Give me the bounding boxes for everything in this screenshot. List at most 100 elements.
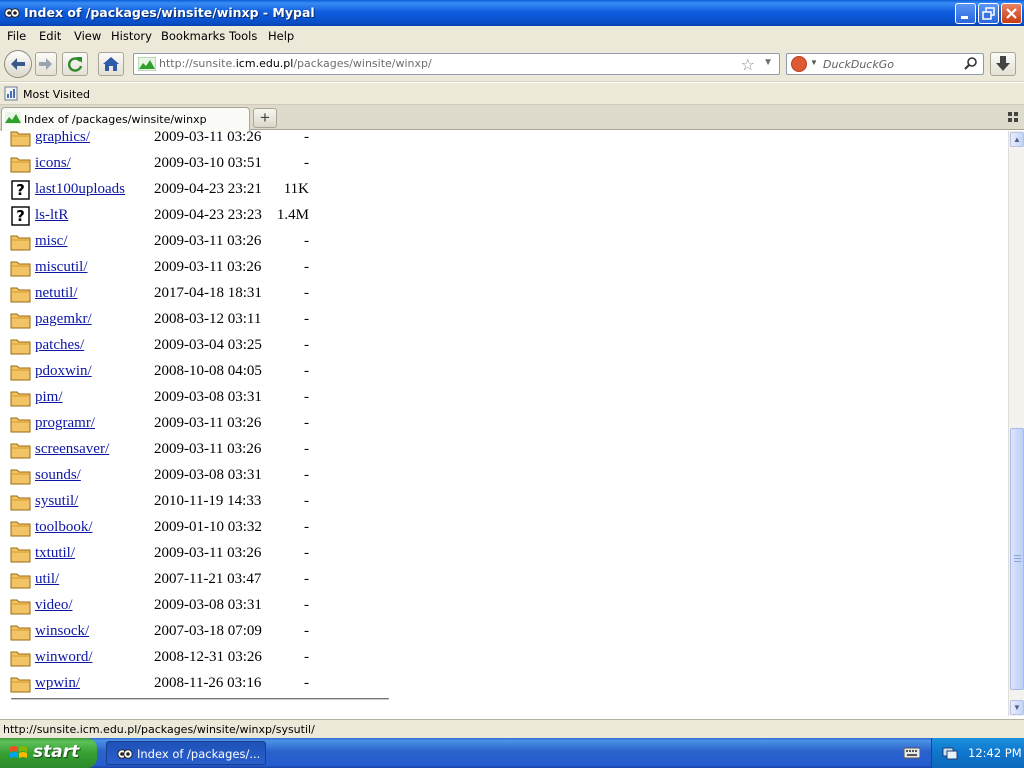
menu-bookmarks[interactable]: Bookmarks — [161, 29, 225, 43]
vertical-scrollbar[interactable]: ▲ ▼ — [1008, 131, 1024, 716]
home-icon — [103, 57, 119, 71]
windows-logo-icon — [10, 746, 27, 758]
listing-size: - — [304, 311, 309, 327]
listing-link[interactable]: winsock/ — [35, 623, 89, 640]
scroll-down-icon: ▼ — [1013, 703, 1021, 712]
restore-icon — [982, 7, 995, 20]
minimize-button[interactable] — [955, 3, 976, 24]
list-all-tabs-icon[interactable] — [1008, 112, 1018, 122]
folder-icon — [10, 596, 31, 616]
listing-link[interactable]: screensaver/ — [35, 441, 109, 458]
downloads-button[interactable] — [990, 52, 1016, 76]
menu-edit[interactable]: Edit — [39, 29, 61, 43]
listing-row: icons/2009-03-10 03:51 - — [10, 152, 410, 178]
listing-link[interactable]: pagemkr/ — [35, 311, 92, 328]
folder-icon — [10, 258, 31, 278]
listing-link[interactable]: netutil/ — [35, 285, 78, 302]
listing-link[interactable]: pdoxwin/ — [35, 363, 92, 380]
taskbar-window-item[interactable]: Index of /packages/... — [106, 741, 266, 765]
listing-link[interactable]: ls-ltR — [35, 207, 68, 224]
keyboard-icon[interactable] — [904, 747, 920, 759]
folder-icon — [10, 466, 31, 486]
url-text: http://sunsite.icm.edu.pl/packages/winsi… — [159, 57, 432, 70]
listing-date: 2009-03-08 03:31 — [154, 597, 262, 613]
listing-date: 2009-01-10 03:32 — [154, 519, 262, 535]
scroll-down-button[interactable]: ▼ — [1010, 700, 1024, 715]
listing-link[interactable]: programr/ — [35, 415, 95, 432]
start-button[interactable]: start — [0, 738, 97, 768]
listing-row: wpwin/2008-11-26 03:16 - — [10, 672, 410, 698]
menu-help[interactable]: Help — [268, 29, 294, 43]
listing-date: 2009-03-11 03:26 — [154, 131, 262, 145]
listing-size: - — [304, 467, 309, 483]
scrollbar-thumb[interactable] — [1010, 428, 1024, 690]
address-bar[interactable]: http://sunsite.icm.edu.pl/packages/winsi… — [133, 53, 780, 75]
listing-date: 2008-12-31 03:26 — [154, 649, 262, 665]
listing-size: 11K — [283, 181, 309, 197]
listing-row: misc/2009-03-11 03:26 - — [10, 230, 410, 256]
search-bar[interactable]: ▼ DuckDuckGo — [786, 53, 984, 75]
home-button[interactable] — [98, 52, 124, 76]
engine-dropdown-icon[interactable]: ▼ — [810, 58, 818, 67]
listing-size: - — [304, 155, 309, 171]
most-visited-icon — [4, 86, 18, 101]
start-label: start — [33, 742, 80, 762]
reload-icon — [68, 57, 83, 72]
listing-date: 2009-03-11 03:26 — [154, 259, 262, 275]
listing-link[interactable]: miscutil/ — [35, 259, 88, 276]
menu-tools[interactable]: Tools — [229, 29, 257, 43]
most-visited-link[interactable]: Most Visited — [23, 88, 90, 101]
listing-link[interactable]: util/ — [35, 571, 59, 588]
search-placeholder: DuckDuckGo — [823, 58, 894, 71]
url-dropdown-icon[interactable]: ▼ — [763, 57, 773, 68]
listing-date: 2009-04-23 23:23 — [154, 207, 262, 223]
menu-file[interactable]: File — [7, 29, 26, 43]
network-icon[interactable] — [942, 745, 958, 761]
listing-link[interactable]: patches/ — [35, 337, 84, 354]
listing-link[interactable]: misc/ — [35, 233, 68, 250]
listing-link[interactable]: icons/ — [35, 155, 71, 172]
listing-size: - — [304, 441, 309, 457]
close-button[interactable] — [1001, 3, 1022, 24]
listing-size: - — [304, 519, 309, 535]
listing-row: util/2007-11-21 03:47 - — [10, 568, 410, 594]
listing-size: 1.4M — [276, 207, 309, 223]
unknown-file-icon: ? — [10, 206, 31, 226]
tab-strip: Index of /packages/winsite/winxp + — [0, 105, 1024, 131]
listing-date: 2009-03-10 03:51 — [154, 155, 262, 171]
menu-history[interactable]: History — [111, 29, 152, 43]
folder-icon — [10, 362, 31, 382]
duckduckgo-icon[interactable] — [791, 56, 807, 72]
listing-size: - — [304, 131, 309, 145]
window-title: Index of /packages/winsite/winxp - Mypal — [24, 5, 315, 20]
folder-icon — [10, 154, 31, 174]
folder-icon — [10, 492, 31, 512]
listing-link[interactable]: video/ — [35, 597, 73, 614]
new-tab-button[interactable]: + — [253, 108, 277, 128]
listing-link[interactable]: toolbook/ — [35, 519, 93, 536]
listing-link[interactable]: wpwin/ — [35, 675, 80, 692]
maximize-button[interactable] — [978, 3, 999, 24]
title-bar[interactable]: Index of /packages/winsite/winxp - Mypal — [0, 0, 1024, 26]
folder-icon — [10, 674, 31, 694]
listing-link[interactable]: sysutil/ — [35, 493, 78, 510]
listing-link[interactable]: graphics/ — [35, 131, 90, 146]
reload-button[interactable] — [62, 52, 88, 76]
bookmark-star-icon[interactable]: ☆ — [741, 55, 755, 75]
forward-button[interactable] — [35, 52, 57, 76]
tab-active[interactable]: Index of /packages/winsite/winxp — [1, 107, 250, 131]
status-bar: http://sunsite.icm.edu.pl/packages/winsi… — [0, 719, 1024, 738]
listing-row: pagemkr/2008-03-12 03:11 - — [10, 308, 410, 334]
listing-link[interactable]: winword/ — [35, 649, 93, 666]
unknown-file-icon: ? — [10, 180, 31, 200]
back-button[interactable] — [4, 50, 32, 78]
listing-row: sounds/2009-03-08 03:31 - — [10, 464, 410, 490]
menu-view[interactable]: View — [74, 29, 101, 43]
scroll-up-button[interactable]: ▲ — [1010, 132, 1024, 147]
listing-link[interactable]: last100uploads — [35, 181, 125, 198]
listing-link[interactable]: pim/ — [35, 389, 63, 406]
listing-link[interactable]: sounds/ — [35, 467, 81, 484]
search-icon[interactable] — [963, 56, 979, 72]
listing-size: - — [304, 649, 309, 665]
listing-link[interactable]: txtutil/ — [35, 545, 75, 562]
